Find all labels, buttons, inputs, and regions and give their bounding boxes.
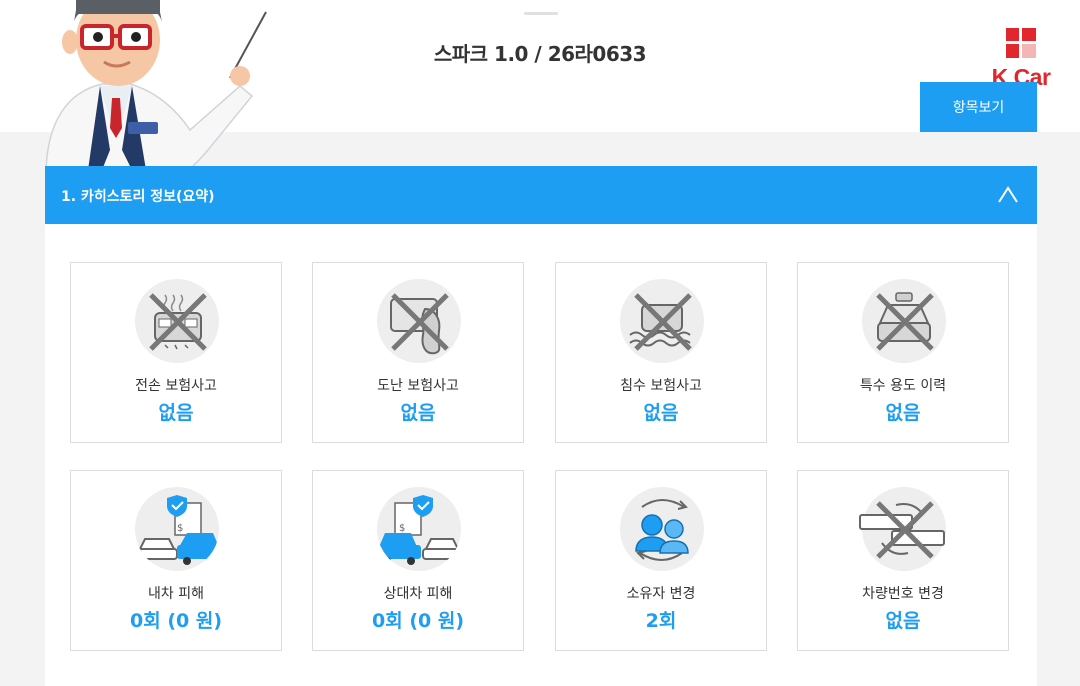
card-value: 없음 [158, 402, 194, 424]
kcar-logo-mark [1006, 28, 1036, 58]
owner-change-icon [620, 487, 704, 571]
drag-handle[interactable] [524, 12, 558, 15]
card-value: 없음 [885, 402, 921, 424]
total-loss-car-icon [135, 279, 219, 363]
card-label: 차량번호 변경 [862, 586, 944, 602]
card-label: 내차 피해 [148, 586, 204, 602]
other-car-damage-icon: $ [377, 487, 461, 571]
card-label: 소유자 변경 [626, 586, 696, 602]
doctor-mascot-illustration [40, 0, 280, 171]
section-title: 1. 카히스토리 정보(요약) [61, 189, 215, 205]
section-header[interactable]: 1. 카히스토리 정보(요약) [45, 166, 1037, 224]
card-label: 특수 용도 이력 [859, 378, 947, 394]
history-card-total-loss: 전손 보험사고 없음 [70, 262, 282, 443]
history-card-special-use: 특수 용도 이력 없음 [797, 262, 1009, 443]
special-use-car-icon [862, 279, 946, 363]
card-value: 2회 [645, 610, 677, 632]
card-label: 도난 보험사고 [377, 378, 459, 394]
card-label: 전손 보험사고 [135, 378, 217, 394]
svg-text:$: $ [399, 523, 405, 534]
history-card-owner-change: 소유자 변경 2회 [555, 470, 767, 651]
theft-icon [377, 279, 461, 363]
card-label: 상대차 피해 [383, 586, 453, 602]
card-value: 0회 (0 원) [130, 610, 222, 632]
card-value: 없음 [400, 402, 436, 424]
history-card-other-damage: $ 상대차 피해 0회 (0 원) [312, 470, 524, 651]
chevron-up-icon[interactable] [997, 184, 1019, 206]
card-label: 침수 보험사고 [620, 378, 702, 394]
history-card-plate-change: 차량번호 변경 없음 [797, 470, 1009, 651]
card-value: 0회 (0 원) [372, 610, 464, 632]
svg-text:$: $ [177, 523, 183, 534]
plate-change-icon [859, 487, 946, 571]
history-card-flood: 침수 보험사고 없음 [555, 262, 767, 443]
car-title: 스파크 1.0 / 26라0633 [433, 42, 647, 66]
card-value: 없음 [643, 402, 679, 424]
card-value: 없음 [885, 610, 921, 632]
car-history-summary-section: 1. 카히스토리 정보(요약) 전손 보험사고 없음 도난 보험사고 없음 침수… [45, 166, 1037, 686]
flood-car-icon [620, 279, 704, 363]
own-car-damage-icon: $ [135, 487, 219, 571]
view-items-button[interactable]: 항목보기 [920, 82, 1037, 132]
history-card-own-damage: $ 내차 피해 0회 (0 원) [70, 470, 282, 651]
history-card-theft: 도난 보험사고 없음 [312, 262, 524, 443]
